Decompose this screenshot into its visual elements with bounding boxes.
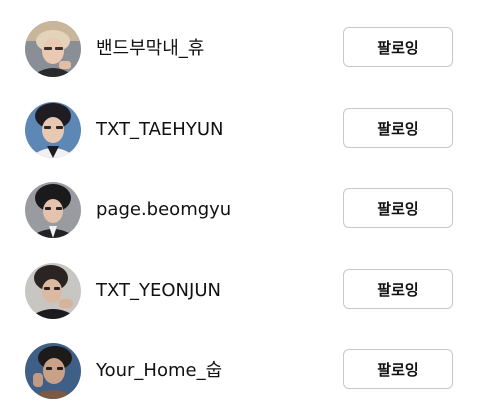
- following-button[interactable]: 팔로잉: [343, 108, 453, 148]
- avatar[interactable]: [25, 21, 81, 77]
- profile-photo: [25, 102, 81, 158]
- avatar[interactable]: [25, 182, 81, 238]
- username[interactable]: TXT_TAEHYUN: [96, 118, 223, 142]
- list-item: Your_Home_숩 팔로잉: [0, 339, 480, 403]
- list-item: 밴드부막내_휴 팔로잉: [0, 17, 480, 81]
- following-button[interactable]: 팔로잉: [343, 188, 453, 228]
- profile-photo: [25, 343, 81, 399]
- profile-photo: [25, 182, 81, 238]
- username[interactable]: TXT_YEONJUN: [96, 279, 221, 303]
- avatar[interactable]: [25, 343, 81, 399]
- list-item: TXT_YEONJUN 팔로잉: [0, 259, 480, 323]
- following-button[interactable]: 팔로잉: [343, 269, 453, 309]
- username[interactable]: Your_Home_숩: [96, 359, 222, 383]
- following-button[interactable]: 팔로잉: [343, 349, 453, 389]
- list-item: page.beomgyu 팔로잉: [0, 178, 480, 242]
- profile-photo: [25, 263, 81, 319]
- username[interactable]: 밴드부막내_휴: [96, 37, 204, 61]
- following-button[interactable]: 팔로잉: [343, 27, 453, 67]
- list-item: TXT_TAEHYUN 팔로잉: [0, 98, 480, 162]
- avatar[interactable]: [25, 263, 81, 319]
- avatar[interactable]: [25, 102, 81, 158]
- following-list: 밴드부막내_휴 팔로잉 TXT_TAEHYUN 팔로잉 page.beomgyu…: [0, 0, 480, 420]
- profile-photo: [25, 21, 81, 77]
- username[interactable]: page.beomgyu: [96, 198, 231, 222]
